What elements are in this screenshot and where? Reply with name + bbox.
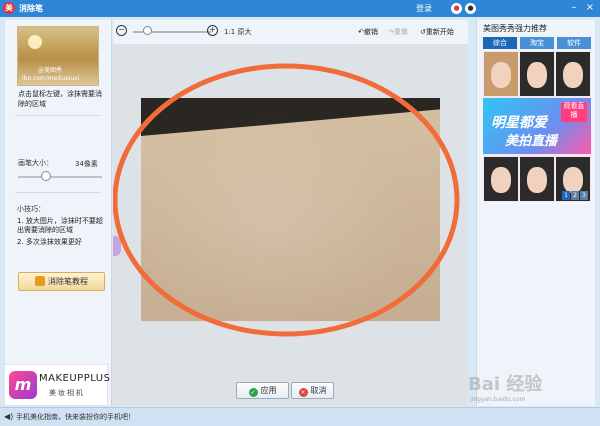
status-bar: ◀) 手机美化指南，快来装扮你的手机吧！ (0, 407, 600, 426)
face (527, 167, 547, 193)
tip-2: 2. 多次涂抹效果更好 (17, 238, 82, 246)
face (527, 62, 547, 88)
minimize-icon[interactable]: – (567, 1, 581, 15)
celebrity-photo (520, 157, 554, 201)
tutorial-thumbnail: @美图秀 lbo.com/meituxiuxi (17, 26, 99, 86)
logo-subtitle: 美妆相机 (49, 389, 85, 397)
left-panel: @美图秀 lbo.com/meituxiuxi 点击鼠标左键，涂抹需要消除的区域… (5, 20, 112, 406)
face (491, 167, 511, 193)
tab-software[interactable]: 软件 (557, 37, 591, 49)
right-panel: 美图秀秀强力推荐 综合 淘宝 软件 明星都爱 美拍直播 观看直播 1 2 3 (476, 20, 595, 406)
cancel-button[interactable]: × 取消 (291, 382, 334, 399)
speaker-icon: ◀) (4, 412, 14, 421)
recommend-ad[interactable]: 明星都爱 美拍直播 观看直播 1 2 3 (483, 51, 591, 202)
reset-label: 重新开始 (425, 28, 454, 36)
undo-button[interactable]: ↶撤销 (358, 27, 378, 37)
divider (15, 192, 101, 193)
cancel-icon: × (298, 388, 308, 397)
undo-label: 撤销 (363, 28, 378, 36)
tutorial-button-label: 消除笔教程 (48, 277, 88, 286)
canvas-area[interactable]: ✓ 应用 × 取消 (113, 44, 468, 406)
face (563, 62, 583, 88)
brush-size-label: 画笔大小： (18, 159, 53, 167)
makeupplus-m-icon: m (9, 371, 37, 399)
face (491, 62, 511, 88)
zoom-out-icon[interactable]: − (116, 25, 127, 36)
collapse-panel-tab[interactable] (113, 236, 121, 256)
cancel-label: 取消 (310, 386, 327, 395)
makeupplus-logo[interactable]: m MAKEUPPLUS 美妆相机 (4, 364, 111, 406)
celebrity-photo (556, 52, 590, 96)
zoom-slider-thumb[interactable] (143, 26, 152, 35)
ad-page-1[interactable]: 1 (562, 191, 570, 200)
logo-brand: MAKEUPPLUS (39, 373, 111, 384)
tip-1: 1. 放大图片，涂抹时不要超出需要消除的区域 (17, 217, 103, 234)
status-text[interactable]: 手机美化指南，快来装扮你的手机吧！ (16, 412, 135, 422)
thumbnail-watermark: lbo.com/meituxiuxi (22, 75, 80, 82)
watermark-url: jingyan.baidu.com (470, 396, 526, 403)
thumbnail-tag: @美图秀 (38, 67, 63, 74)
window-title: 消除笔 (19, 4, 43, 13)
recommend-tabs: 综合 淘宝 软件 (483, 37, 591, 49)
recommend-title: 美图秀秀强力推荐 (483, 24, 547, 33)
face (563, 167, 583, 193)
check-icon: ✓ (248, 388, 258, 397)
ad-subheadline: 美拍直播 (505, 134, 558, 149)
watermark: Bai 经验 (468, 374, 543, 395)
divider (15, 115, 101, 116)
tab-taobao[interactable]: 淘宝 (520, 37, 554, 49)
ad-page-3[interactable]: 3 (580, 191, 588, 200)
apply-button[interactable]: ✓ 应用 (236, 382, 289, 399)
brush-size-slider-thumb[interactable] (41, 171, 51, 181)
toolbar: − + 1:1 原大 ↶撤销 ↷重做 ↺重新开始 (113, 20, 468, 44)
ad-page-2[interactable]: 2 (571, 191, 579, 200)
usage-hint: 点击鼠标左键，涂抹需要消除的区域 (18, 90, 102, 108)
brush-size-slider[interactable] (18, 176, 102, 178)
celebrity-photo (520, 52, 554, 96)
ad-banner: 明星都爱 美拍直播 观看直播 (483, 98, 591, 154)
tips-title: 小技巧： (17, 205, 45, 213)
apply-label: 应用 (260, 386, 277, 395)
title-bar: 美 消除笔 登录 ● ● – × (0, 0, 600, 17)
original-size-button[interactable]: 1:1 原大 (224, 27, 252, 37)
photo-paper (141, 98, 440, 321)
redo-button[interactable]: ↷重做 (388, 27, 408, 37)
close-icon[interactable]: × (583, 1, 597, 15)
edit-photo[interactable] (141, 98, 440, 321)
sun-graphic (28, 35, 42, 49)
ad-headline: 明星都爱 (491, 115, 547, 131)
brush-size-value: 34像素 (75, 160, 98, 168)
celebrity-photo (484, 157, 518, 201)
login-link[interactable]: 登录 (416, 3, 432, 14)
tutorial-button[interactable]: 消除笔教程 (18, 272, 105, 291)
ad-badge: 观看直播 (561, 102, 587, 122)
zoom-in-icon[interactable]: + (207, 25, 218, 36)
celebrity-photo (484, 52, 518, 96)
tutorial-icon (35, 276, 45, 286)
app-logo-icon: 美 (3, 2, 15, 14)
reset-button[interactable]: ↺重新开始 (420, 27, 454, 37)
redo-label: 重做 (393, 28, 408, 36)
qq-icon[interactable]: ● (465, 3, 476, 14)
tab-general[interactable]: 综合 (483, 37, 517, 49)
weibo-icon[interactable]: ● (451, 3, 462, 14)
